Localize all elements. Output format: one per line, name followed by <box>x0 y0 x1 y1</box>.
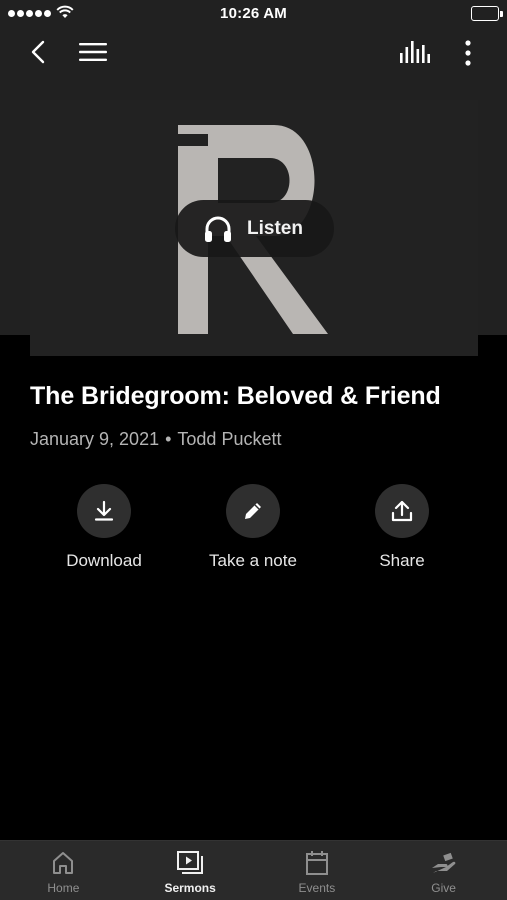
take-note-circle <box>226 484 280 538</box>
home-icon <box>53 852 74 874</box>
share-circle <box>375 484 429 538</box>
status-time: 10:26 AM <box>220 5 287 22</box>
tab-bar: Home Sermons Events Give <box>0 840 507 900</box>
menu-button[interactable] <box>76 38 110 66</box>
download-button[interactable]: Download <box>29 484 179 571</box>
more-options-button[interactable] <box>456 38 480 68</box>
tab-home-label: Home <box>47 881 80 895</box>
tab-events-label: Events <box>298 881 336 895</box>
headphones-icon <box>205 216 231 242</box>
download-circle <box>77 484 131 538</box>
share-label: Share <box>379 551 425 570</box>
take-note-button[interactable]: Take a note <box>178 484 328 571</box>
battery-icon <box>471 6 503 21</box>
hamburger-menu-icon <box>79 43 107 61</box>
download-icon <box>94 500 114 521</box>
pencil-icon <box>245 503 261 519</box>
sermons-icon <box>177 851 204 874</box>
tab-sermons-label: Sermons <box>164 881 216 895</box>
share-button[interactable]: Share <box>327 484 477 571</box>
more-vertical-icon <box>465 40 471 66</box>
chevron-left-icon <box>31 40 45 64</box>
calendar-icon <box>305 851 328 875</box>
sermon-title: The Bridegroom: Beloved & Friend <box>30 382 441 410</box>
sermon-date: January 9, 2021 <box>30 429 160 449</box>
tab-events[interactable]: Events <box>254 841 381 900</box>
download-label: Download <box>66 551 142 570</box>
listen-label: Listen <box>247 217 303 239</box>
status-bar: 10:26 AM <box>0 0 507 28</box>
tab-sermons[interactable]: Sermons <box>127 841 254 900</box>
equalizer-icon <box>400 41 430 63</box>
give-icon <box>431 852 456 873</box>
sermon-meta: January 9, 2021 • Todd Puckett <box>30 429 281 450</box>
share-icon <box>391 500 413 522</box>
listen-button[interactable]: Listen <box>175 200 334 257</box>
tab-give[interactable]: Give <box>380 841 507 900</box>
audio-player-button[interactable] <box>396 38 434 66</box>
back-button[interactable] <box>22 36 54 68</box>
sermon-speaker: Todd Puckett <box>177 429 282 449</box>
tab-give-label: Give <box>431 881 456 895</box>
tab-home[interactable]: Home <box>0 841 127 900</box>
take-note-label: Take a note <box>209 551 297 570</box>
meta-separator: • <box>165 429 172 449</box>
